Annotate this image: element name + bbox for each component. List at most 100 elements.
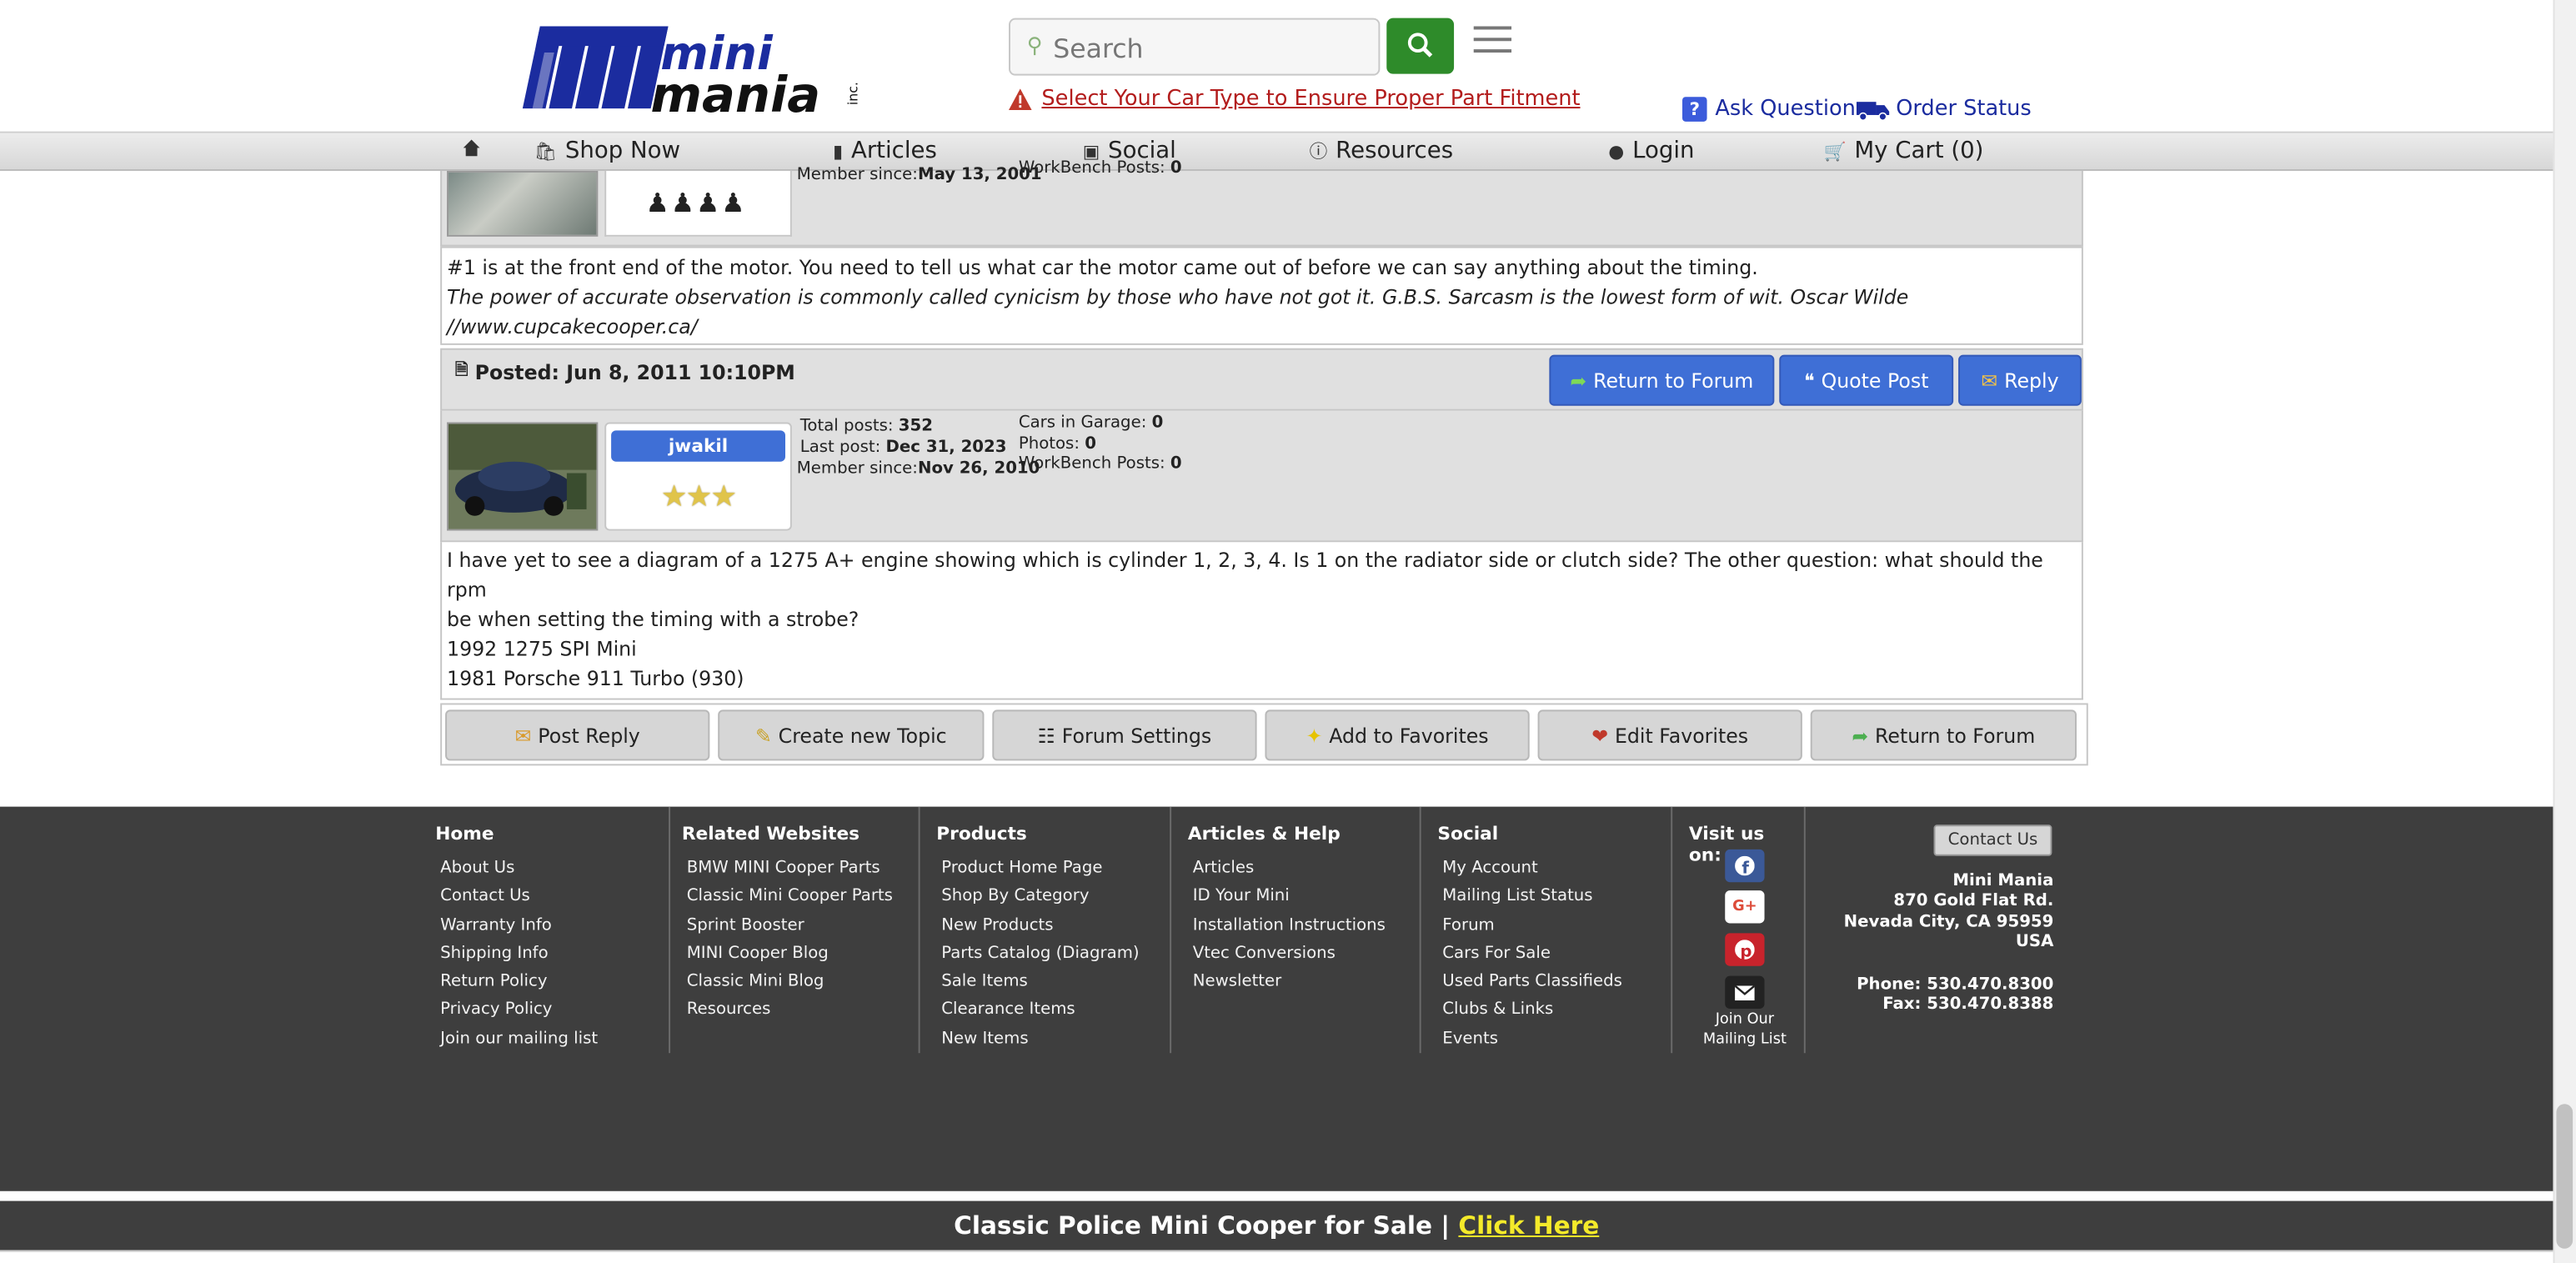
quote-post-button[interactable]: ❝ Quote Post	[1779, 354, 1954, 406]
contact-us-button[interactable]: Contact Us	[1933, 824, 2052, 856]
mail-icon[interactable]	[1725, 975, 1765, 1010]
footer-link[interactable]: Cars For Sale	[1437, 940, 1622, 968]
nav-cart[interactable]: 🛒 My Cart (0)	[1823, 138, 1983, 165]
footer-link[interactable]: Used Parts Classifieds	[1437, 968, 1622, 996]
post-reply-button[interactable]: ✉ Post Reply	[445, 709, 710, 761]
footer-link[interactable]: BMW MINI Cooper Parts	[682, 855, 893, 883]
settings-icon: ☷	[1037, 724, 1055, 747]
footer-link[interactable]: Forum	[1437, 911, 1622, 940]
footer-link[interactable]: Sale Items	[936, 968, 1139, 996]
forum-action-bar: ✉ Post Reply ✎ Create new Topic ☷ Forum …	[440, 703, 2088, 766]
avatar[interactable]	[447, 422, 599, 531]
footer-link[interactable]: Classic Mini Blog	[682, 968, 893, 996]
footer-link[interactable]: MINI Cooper Blog	[682, 940, 893, 968]
post-header: 🗎 Posted: Jun 8, 2011 10:10PM ➦ Return t…	[440, 348, 2083, 411]
svg-text:p: p	[1740, 941, 1752, 960]
nav-login[interactable]: ● Login	[1608, 138, 1694, 165]
quote-icon: ❝	[1803, 368, 1815, 393]
footer-link[interactable]: Product Home Page	[936, 855, 1139, 883]
footer-link[interactable]: Join our mailing list	[435, 1025, 598, 1053]
promo-link[interactable]: Click Here	[1458, 1210, 1599, 1240]
join-mailing-label[interactable]: Join Our Mailing List	[1696, 1010, 1794, 1050]
footer-link[interactable]: About Us	[435, 855, 598, 883]
footer-heading: Social	[1437, 823, 1499, 845]
magnifier-icon	[1407, 33, 1433, 58]
google-plus-icon[interactable]: G+	[1725, 890, 1765, 924]
footer-link[interactable]: Clearance Items	[936, 996, 1139, 1025]
nav-home[interactable]	[462, 138, 482, 158]
forum-settings-button[interactable]: ☷ Forum Settings	[992, 709, 1257, 761]
fitment-link[interactable]: Select Your Car Type to Ensure Proper Pa…	[1041, 87, 1580, 112]
workbench-posts: WorkBench Posts: 0	[1018, 454, 1182, 474]
footer-link[interactable]: ID Your Mini	[1188, 883, 1386, 911]
facebook-icon[interactable]: f	[1725, 849, 1765, 883]
cars-in-garage: Cars in Garage: 0	[1018, 413, 1164, 433]
footer-link[interactable]: Warranty Info	[435, 911, 598, 940]
footer-heading: Related Websites	[681, 823, 860, 845]
footer-divider	[918, 806, 920, 1054]
order-status-link[interactable]: Order Status	[1856, 97, 2032, 122]
street-address: 870 Gold Flat Rd.	[1893, 892, 2054, 911]
footer-link[interactable]: My Account	[1437, 855, 1622, 883]
footer-link[interactable]: Vtec Conversions	[1188, 940, 1386, 968]
scrollbar-thumb[interactable]	[2556, 1104, 2573, 1249]
search-input[interactable]	[1053, 29, 1366, 66]
create-topic-button[interactable]: ✎ Create new Topic	[718, 709, 985, 761]
return-to-forum-button[interactable]: ➦ Return to Forum	[1549, 354, 1775, 406]
ask-question-link[interactable]: ? Ask Question	[1681, 97, 1856, 122]
footer-link[interactable]: Classic Mini Cooper Parts	[682, 883, 893, 911]
mini-mania-logo[interactable]: mini mania inc.	[519, 17, 868, 123]
question-icon: ?	[1681, 97, 1707, 122]
footer-divider	[1803, 806, 1806, 1054]
pinterest-icon[interactable]: p	[1725, 933, 1765, 966]
footer-link[interactable]: Articles	[1188, 855, 1386, 883]
last-post: Last post: Dec 31, 2023	[799, 439, 1007, 457]
footer-link[interactable]: Sprint Booster	[682, 911, 893, 940]
footer-link[interactable]: New Products	[936, 911, 1139, 940]
footer-link[interactable]: Privacy Policy	[435, 996, 598, 1025]
promo-text: Classic Police Mini Cooper for Sale |	[954, 1210, 1459, 1240]
fax: Fax: 530.470.8388	[1882, 996, 2054, 1015]
fitment-notice[interactable]: Select Your Car Type to Ensure Proper Pa…	[1009, 87, 1581, 112]
info-icon: ⓘ	[1309, 141, 1328, 163]
footer-link[interactable]: Parts Catalog (Diagram)	[936, 940, 1139, 968]
nav-resources[interactable]: ⓘ Resources	[1310, 138, 1453, 165]
post-author-info: jwakil ★★★ Total posts: 352 Last post: D…	[440, 410, 2083, 543]
reply-envelope-icon: ✉	[514, 724, 532, 747]
footer-col-articles: Articles & Help Articles ID Your Mini In…	[1188, 823, 1386, 996]
posted-date: 🗎 Posted: Jun 8, 2011 10:10PM	[455, 358, 795, 387]
nav-cart-label: My Cart (0)	[1854, 138, 1984, 165]
previous-post-body: #1 is at the front end of the motor. You…	[440, 246, 2083, 345]
return-to-forum-button-bottom[interactable]: ➦ Return to Forum	[1810, 709, 2077, 761]
add-favorites-button[interactable]: ✦ Add to Favorites	[1265, 709, 1530, 761]
nav-shop-now[interactable]: 🛍 Shop Now	[534, 138, 680, 165]
footer-link[interactable]: Installation Instructions	[1188, 911, 1386, 940]
page-scrollbar[interactable]	[2553, 0, 2576, 1263]
footer-link[interactable]: Shipping Info	[435, 940, 598, 968]
avatar	[447, 170, 599, 237]
footer-link[interactable]: Return Policy	[435, 968, 598, 996]
footer-link[interactable]: Resources	[682, 996, 893, 1025]
phone: Phone: 530.470.8300	[1857, 975, 2054, 995]
footer-link[interactable]: Clubs & Links	[1437, 996, 1622, 1025]
footer-link[interactable]: Contact Us	[435, 883, 598, 911]
footer-link[interactable]: Newsletter	[1188, 968, 1386, 996]
edit-favorites-button[interactable]: ❤ Edit Favorites	[1537, 709, 1802, 761]
footer-link[interactable]: Mailing List Status	[1437, 883, 1622, 911]
photos-count: Photos: 0	[1018, 435, 1096, 454]
menu-icon[interactable]	[1473, 26, 1516, 59]
footer-link[interactable]: Events	[1437, 1025, 1622, 1053]
reply-button[interactable]: ✉ Reply	[1958, 354, 2082, 406]
search-field[interactable]: ⚲	[1009, 18, 1381, 76]
document-icon: 🗎	[454, 361, 469, 380]
search-button[interactable]	[1386, 18, 1455, 74]
footer-col-social: Social My Account Mailing List Status Fo…	[1437, 823, 1622, 1053]
book-icon: ▮	[833, 140, 844, 163]
footer-link[interactable]: Shop By Category	[936, 883, 1139, 911]
nav-resources-label: Resources	[1336, 138, 1454, 165]
footer-link[interactable]: New Items	[936, 1025, 1139, 1053]
nav-articles[interactable]: ▮ Articles	[833, 138, 937, 165]
home-icon	[463, 139, 480, 157]
bottom-toolbar	[0, 1250, 2553, 1263]
username[interactable]: jwakil	[611, 430, 785, 462]
